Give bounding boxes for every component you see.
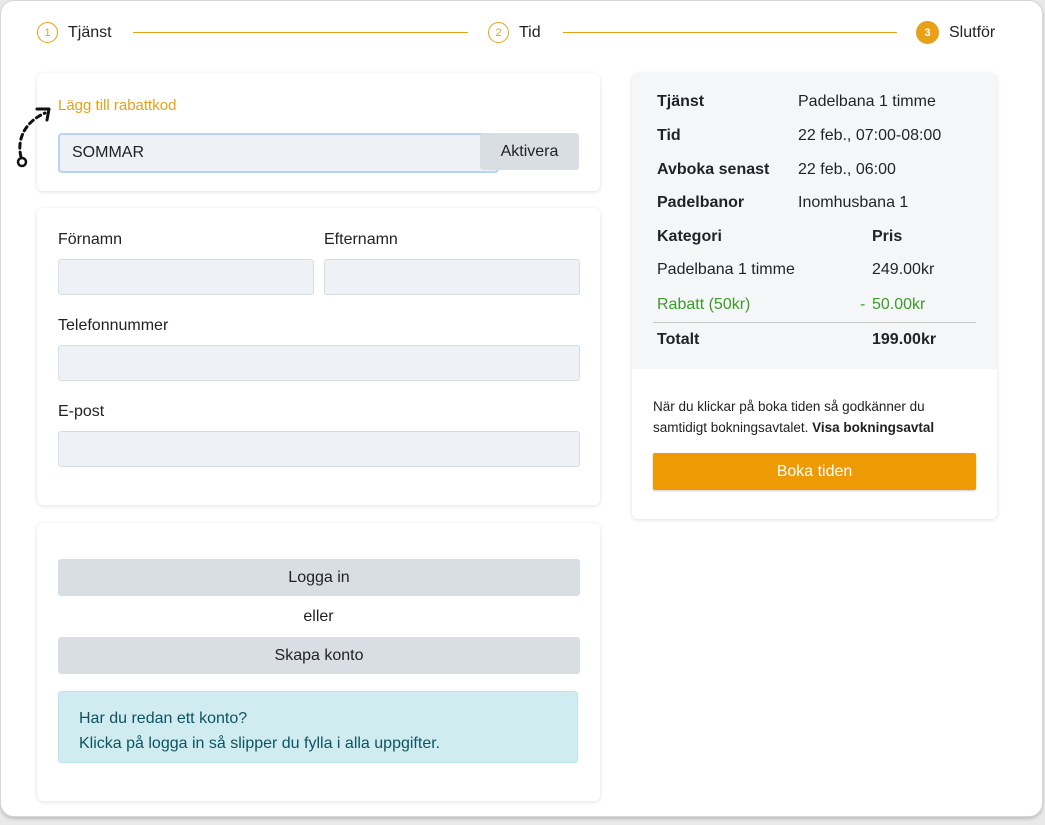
total-price: 199.00kr	[872, 331, 937, 348]
summary-key-service: Tjänst	[657, 93, 705, 110]
curved-arrow-icon	[16, 107, 51, 168]
step-number-2: 2	[488, 22, 509, 43]
info-line-2: Klicka på logga in så slipper du fylla i…	[79, 735, 441, 752]
create-account-button[interactable]: Skapa konto	[58, 637, 580, 674]
step-label-time: Tid	[519, 23, 541, 41]
category-header: Kategori	[657, 228, 722, 245]
email-field[interactable]	[58, 431, 580, 467]
summary-key-courts: Padelbanor	[657, 194, 745, 211]
summary-value-cancel-by: 22 feb., 06:00	[798, 161, 896, 178]
step-connector	[563, 32, 897, 33]
phone-field[interactable]	[58, 345, 580, 381]
step-number-1: 1	[37, 22, 58, 43]
account-card: Logga in eller Skapa konto Har du redan …	[37, 523, 600, 801]
phone-label: Telefonnummer	[58, 317, 169, 334]
total-divider	[653, 322, 976, 323]
login-info-alert: Har du redan ett konto? Klicka på logga …	[58, 691, 578, 763]
info-line-1: Har du redan ett konto?	[79, 710, 248, 727]
step-connector	[133, 32, 468, 33]
stepper: 1 Tjänst 2 Tid 3 Slutför	[37, 20, 999, 46]
booking-summary-card: Tjänst Padelbana 1 timme Tid 22 feb., 07…	[632, 73, 997, 519]
login-button[interactable]: Logga in	[58, 559, 580, 596]
discount-name: Rabatt (50kr)	[657, 296, 751, 313]
total-label: Totalt	[657, 331, 700, 348]
step-label-finish: Slutför	[949, 23, 996, 41]
last-name-field[interactable]	[324, 259, 580, 295]
view-agreement-link[interactable]: Visa bokningsavtal	[812, 420, 934, 435]
step-time[interactable]: 2 Tid	[488, 20, 541, 45]
discount-card: Lägg till rabattkod Aktivera	[37, 73, 600, 191]
item-name: Padelbana 1 timme	[657, 261, 795, 278]
summary-value-service: Padelbana 1 timme	[798, 93, 936, 110]
step-finish[interactable]: 3 Slutför	[916, 20, 995, 45]
step-label-service: Tjänst	[68, 23, 112, 41]
add-discount-link[interactable]: Lägg till rabattkod	[58, 97, 176, 114]
item-price: 249.00kr	[872, 261, 935, 278]
discount-price: 50.00kr	[872, 296, 926, 313]
discount-sign: -	[860, 296, 866, 313]
email-label: E-post	[58, 403, 105, 420]
summary-key-time: Tid	[657, 127, 681, 144]
book-button[interactable]: Boka tiden	[653, 453, 976, 490]
summary-key-cancel-by: Avboka senast	[657, 161, 770, 178]
step-number-3: 3	[916, 21, 939, 44]
summary-details	[632, 73, 997, 369]
price-header: Pris	[872, 228, 903, 245]
terms-text-block: När du klickar på boka tiden så godkänne…	[653, 396, 973, 438]
activate-button[interactable]: Aktivera	[480, 133, 579, 170]
summary-value-time: 22 feb., 07:00-08:00	[798, 127, 942, 144]
booking-window: 1 Tjänst 2 Tid 3 Slutför Lägg till rabat…	[0, 0, 1043, 817]
summary-value-courts: Inomhusbana 1	[798, 194, 909, 211]
or-text: eller	[303, 608, 334, 625]
personal-details-card: Förnamn Efternamn Telefonnummer E-post	[37, 208, 600, 505]
first-name-label: Förnamn	[58, 231, 123, 248]
discount-code-input[interactable]	[58, 133, 499, 173]
step-service[interactable]: 1 Tjänst	[37, 20, 112, 45]
last-name-label: Efternamn	[324, 231, 398, 248]
first-name-field[interactable]	[58, 259, 314, 295]
